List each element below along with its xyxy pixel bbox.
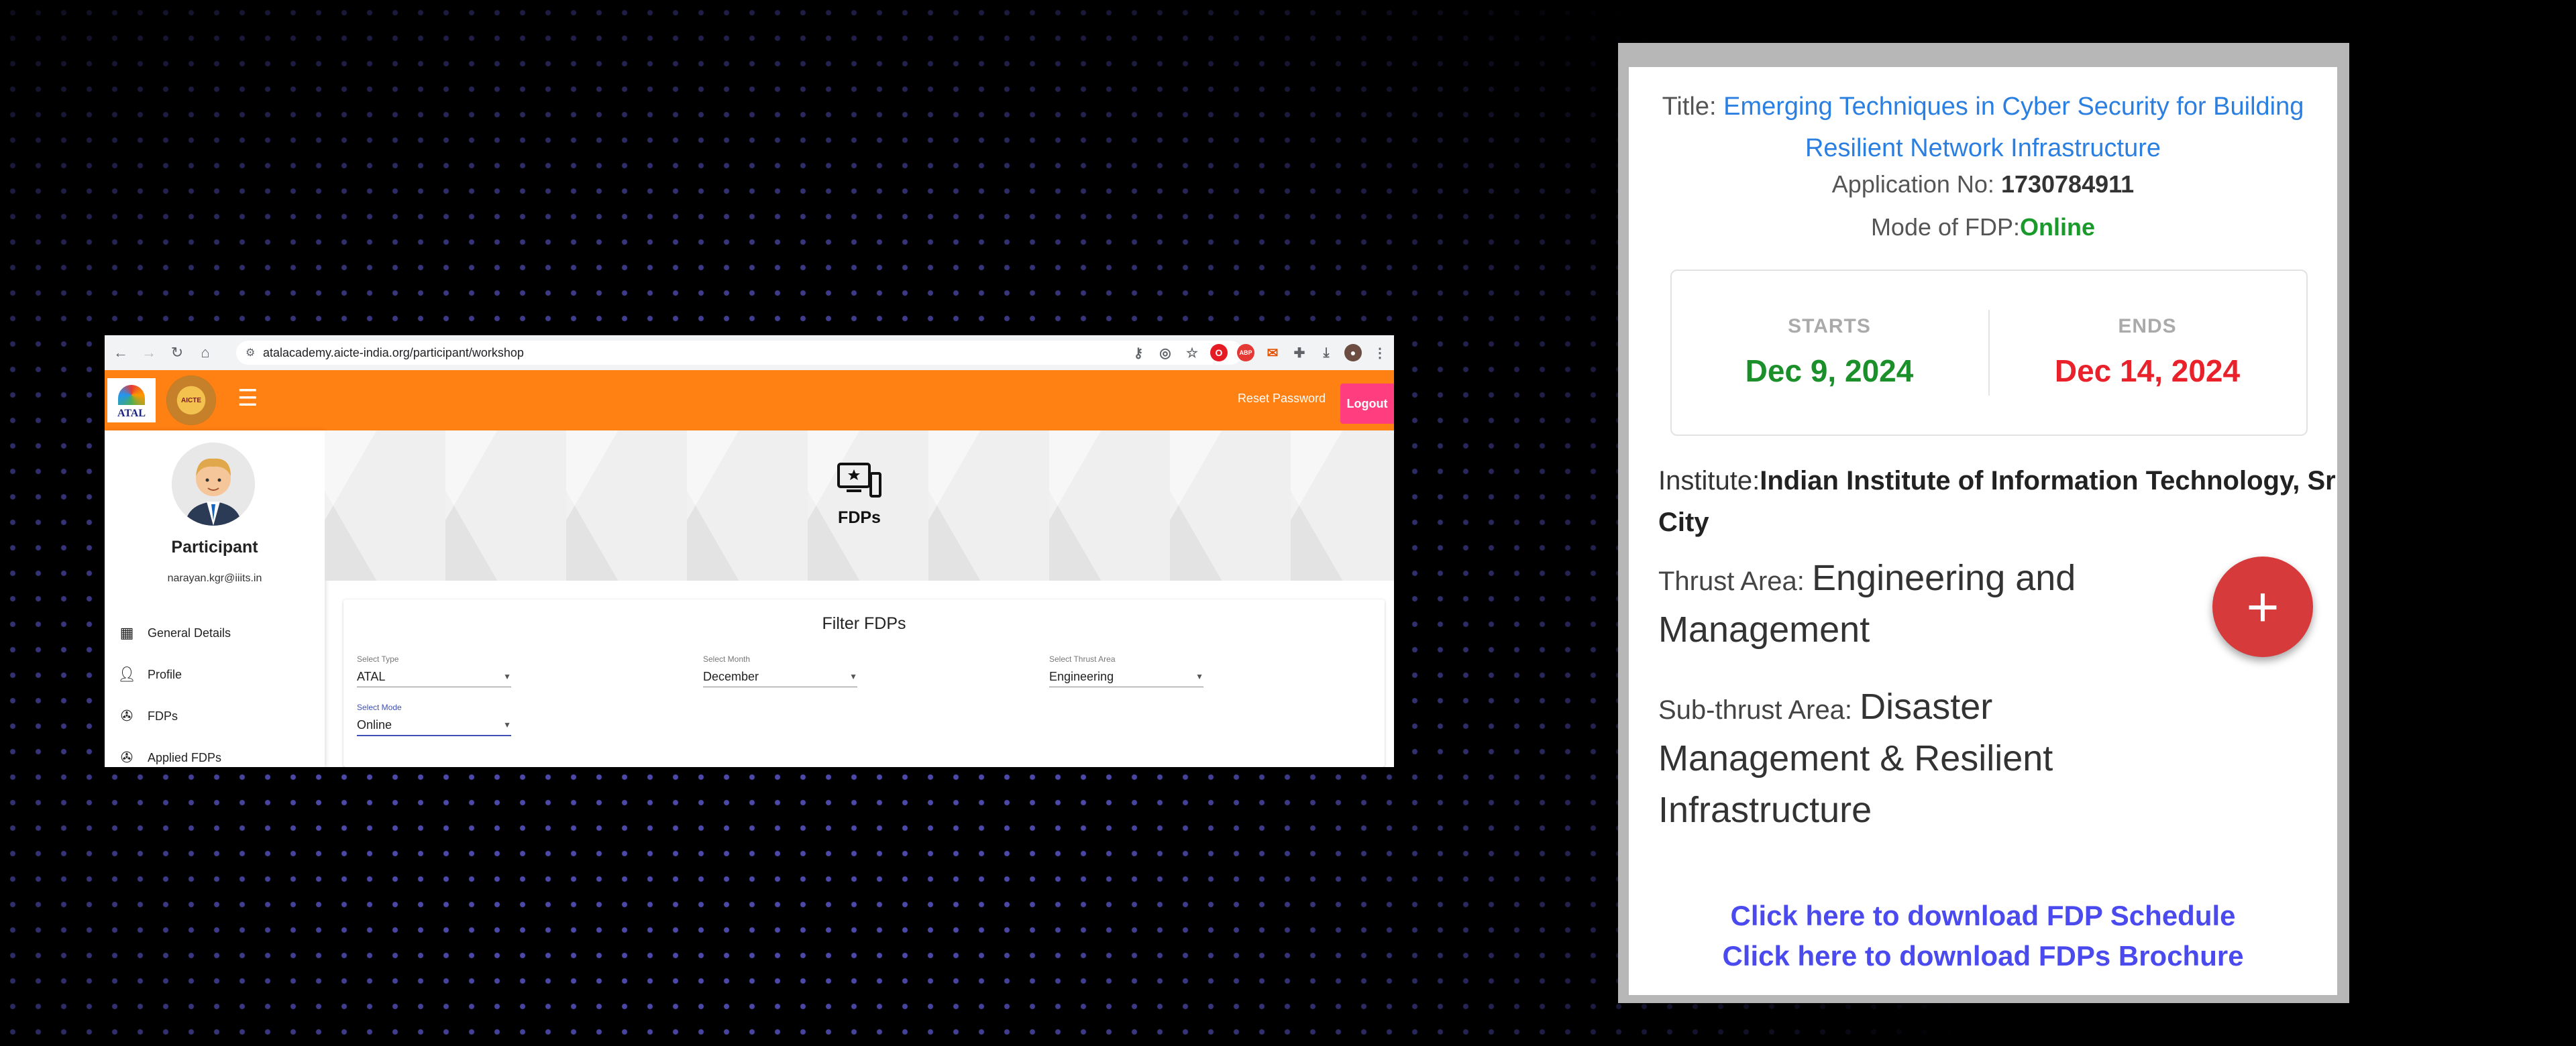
caret-down-icon: ▼ (503, 720, 511, 730)
sidebar-item-fdps[interactable]: ✇ FDPs (118, 704, 178, 728)
select-type-value: ATAL (357, 669, 386, 683)
page-title: FDPs (838, 508, 881, 527)
participant-email: narayan.kgr@iiits.in (167, 573, 262, 584)
participant-name: Participant (171, 538, 258, 557)
select-type-label: Select Type (357, 654, 399, 664)
url-text: atalacademy.aicte-india.org/participant/… (263, 345, 524, 359)
select-month-dropdown[interactable]: Select Month December ▼ (703, 654, 857, 687)
fdp-icon: ✇ (120, 749, 133, 766)
eye-off-icon[interactable]: ◎ (1157, 344, 1174, 361)
select-thrust-area-dropdown[interactable]: Select Thrust Area Engineering ▼ (1049, 654, 1203, 687)
puzzle-icon[interactable]: ✚ (1291, 344, 1308, 361)
opera-icon[interactable]: O (1210, 344, 1228, 361)
browser-window: ← → ↻ ⌂ ⚙ atalacademy.aicte-india.org/pa… (105, 335, 1394, 767)
end-date-value: Dec 14, 2024 (2054, 353, 2241, 388)
institute: Institute:Indian Institute of Informatio… (1658, 460, 2337, 543)
dashboard-icon: ▦ (119, 624, 134, 641)
more-menu-icon[interactable]: ⋮ (1371, 344, 1389, 361)
back-icon[interactable]: ← (109, 341, 133, 365)
thrust-area: Thrust Area: Engineering and Management (1658, 558, 2076, 650)
megaphone-icon[interactable]: ✉ (1264, 344, 1281, 361)
fdp-mode-value: Online (2020, 213, 2096, 241)
sidebar-item-profile[interactable]: 👤︎ Profile (117, 662, 182, 687)
caret-down-icon: ▼ (849, 672, 857, 681)
logout-button[interactable]: Logout (1340, 384, 1394, 424)
forward-icon[interactable]: → (137, 341, 161, 365)
profile-avatar-icon[interactable]: ● (1344, 344, 1362, 361)
hamburger-menu-icon[interactable]: ☰ (237, 385, 258, 412)
download-brochure-link[interactable]: Click here to download FDPs Brochure (1629, 940, 2337, 972)
start-date: STARTS Dec 9, 2024 (1672, 315, 1987, 389)
filter-card: Filter FDPs Select Type ATAL ▼ Select Mon… (343, 599, 1385, 767)
avatar (172, 443, 255, 526)
reload-icon[interactable]: ↻ (165, 341, 189, 365)
select-month-label: Select Month (703, 654, 751, 664)
caret-down-icon: ▼ (1195, 672, 1203, 681)
select-mode-value: Online (357, 717, 392, 732)
extension-icons: ⚷ ◎ ☆ O ABP ✉ ✚ ⤓ ● ⋮ (1130, 341, 1389, 365)
select-thrust-area-label: Select Thrust Area (1049, 654, 1116, 664)
institute-value: Indian Institute of Information Technolo… (1658, 466, 2337, 537)
site-info-icon[interactable]: ⚙ (246, 346, 255, 359)
page-banner: FDPs (325, 430, 1394, 581)
password-key-icon[interactable]: ⚷ (1130, 344, 1147, 361)
caret-down-icon: ▼ (503, 672, 511, 681)
download-schedule-link[interactable]: Click here to download FDP Schedule (1629, 900, 2337, 932)
start-date-label: STARTS (1788, 315, 1871, 337)
start-date-value: Dec 9, 2024 (1745, 353, 1914, 388)
dates-box: STARTS Dec 9, 2024 ENDS Dec 14, 2024 (1670, 270, 2308, 436)
fdp-detail-card: Title: Emerging Techniques in Cyber Secu… (1629, 67, 2337, 995)
sidebar-item-applied-fdps[interactable]: ✇ Applied FDPs (118, 746, 221, 767)
end-date: ENDS Dec 14, 2024 (1990, 315, 2305, 389)
download-icon[interactable]: ⤓ (1318, 344, 1335, 361)
app-header: ATAL AICTE ☰ Reset Password Logout (105, 370, 1394, 430)
fdp-mode: Mode of FDP:Online (1870, 213, 2096, 241)
select-mode-label: Select Mode (357, 703, 402, 712)
application-number-value: 1730784911 (2000, 170, 2135, 198)
atal-logo[interactable]: ATAL (107, 378, 156, 422)
fdp-title: Title: Emerging Techniques in Cyber Secu… (1662, 93, 2304, 162)
aicte-seal-logo: AICTE (166, 375, 216, 425)
fdp-title-value[interactable]: Emerging Techniques in Cyber Security fo… (1723, 93, 2304, 162)
fdp-icon: ✇ (120, 707, 133, 724)
sidebar-item-general-details[interactable]: ▦ General Details (118, 621, 231, 645)
home-icon[interactable]: ⌂ (193, 341, 217, 365)
sub-thrust-area: Sub-thrust Area: Disaster Management & R… (1658, 687, 2053, 830)
apply-fab-button[interactable]: + (2212, 557, 2313, 657)
select-type-dropdown[interactable]: Select Type ATAL ▼ (357, 654, 511, 687)
select-month-value: December (703, 669, 759, 683)
address-bar[interactable]: ⚙ atalacademy.aicte-india.org/participan… (236, 341, 1242, 365)
person-icon: 👤︎ (117, 666, 136, 683)
application-number: Application No: 1730784911 (1831, 170, 2135, 198)
sidebar: Participant narayan.kgr@iiits.in ▦ Gener… (105, 430, 325, 767)
end-date-label: ENDS (2118, 315, 2177, 337)
select-mode-dropdown[interactable]: Select Mode Online ▼ (357, 703, 511, 736)
monitor-star-icon (325, 461, 1394, 502)
select-thrust-area-value: Engineering (1049, 669, 1114, 683)
adblock-icon[interactable]: ABP (1237, 344, 1254, 361)
star-icon[interactable]: ☆ (1183, 344, 1201, 361)
browser-toolbar: ← → ↻ ⌂ ⚙ atalacademy.aicte-india.org/pa… (105, 335, 1394, 370)
filter-title: Filter FDPs (822, 614, 906, 633)
reset-password-link[interactable]: Reset Password (1238, 392, 1326, 406)
